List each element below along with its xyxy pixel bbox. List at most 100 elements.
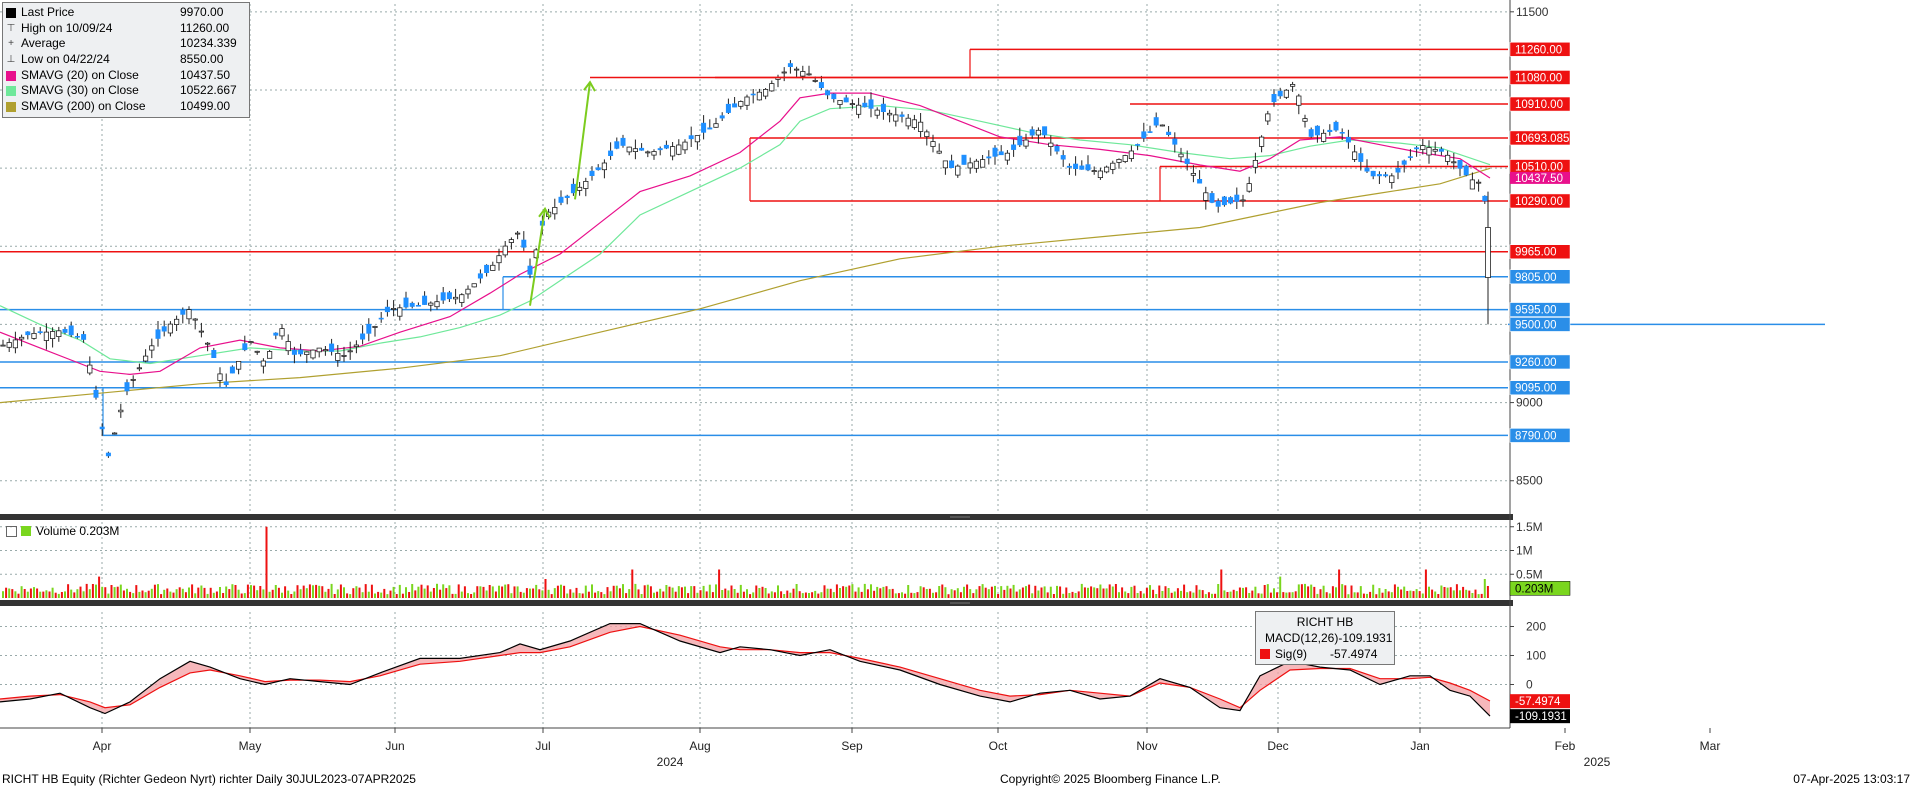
volume-bar: [1090, 586, 1093, 598]
volume-bar: [653, 592, 655, 598]
volume-bar: [1229, 591, 1232, 598]
candle-body: [1122, 155, 1128, 162]
volume-bar: [863, 583, 866, 598]
candle-body: [217, 373, 223, 381]
panel-separator: [0, 514, 1513, 520]
volume-bar: [1372, 584, 1375, 598]
candle-body: [1178, 153, 1184, 158]
volume-bar: [1155, 594, 1158, 598]
volume-bar: [1204, 594, 1207, 598]
candle-body: [124, 382, 130, 392]
candle-body: [626, 146, 632, 153]
candle-body: [180, 309, 186, 315]
candle-body: [595, 167, 601, 171]
month-label: Sep: [841, 739, 863, 753]
volume-bar: [1328, 593, 1331, 598]
volume-bar: [1406, 591, 1409, 598]
volume-bar: [519, 591, 522, 598]
candle-body: [608, 150, 614, 156]
price-tick-label: 8500: [1516, 474, 1543, 488]
volume-bar: [522, 592, 525, 598]
volume-bar: [637, 589, 640, 598]
volume-bar: [1071, 591, 1074, 598]
volume-bar: [1170, 592, 1173, 598]
candle-body: [856, 104, 862, 115]
candle-body: [862, 102, 868, 108]
candle-body: [173, 318, 180, 325]
volume-bar: [538, 589, 541, 598]
volume-bar: [153, 584, 156, 598]
level-badge-label: 10910.00: [1515, 99, 1563, 111]
volume-bar: [191, 584, 194, 598]
candle-body: [725, 103, 731, 113]
collapse-icon[interactable]: [6, 525, 17, 537]
volume-bar: [696, 592, 699, 598]
volume-bar: [1021, 587, 1024, 598]
signal-label: Sig(9): [1275, 646, 1308, 661]
volume-bar: [352, 588, 355, 598]
volume-tick-label: 0.5M: [1516, 567, 1543, 581]
candle-body: [887, 112, 893, 116]
price-chart: 8500 9000 11500 11260.00 11080.00 10910.00 106…: [0, 0, 1825, 769]
volume-bar: [367, 591, 370, 598]
volume-value: 0.203M: [79, 524, 120, 538]
candle-body: [471, 283, 477, 288]
volume-bar: [746, 589, 748, 598]
volume-bar: [432, 588, 435, 598]
volume-bar: [820, 592, 823, 598]
volume-bar: [1459, 590, 1461, 598]
candle-body: [440, 292, 446, 301]
volume-bar: [470, 594, 473, 598]
candle-body: [645, 151, 651, 154]
volume-bar: [603, 594, 606, 598]
candle-body: [118, 409, 124, 413]
volume-bar: [448, 585, 451, 598]
volume-bar: [715, 584, 717, 598]
volume-bar: [1173, 591, 1176, 598]
candle-body: [1060, 155, 1066, 160]
candle-body: [211, 349, 217, 358]
volume-bar: [981, 584, 984, 598]
volume-bar: [1325, 592, 1328, 598]
candle-body: [1073, 163, 1079, 169]
candle-body: [81, 334, 87, 340]
volume-bar: [950, 589, 953, 598]
volume-bar: [1226, 592, 1229, 598]
candle-body: [50, 331, 56, 339]
volume-bar: [1124, 591, 1127, 598]
candle-body: [806, 73, 812, 76]
volume-bar: [445, 588, 448, 598]
candle-body: [18, 336, 25, 340]
candle-body: [6, 342, 12, 348]
volume-bar: [1176, 588, 1179, 598]
volume-bar: [575, 587, 578, 598]
volume-bar: [569, 589, 572, 598]
volume-bar: [132, 593, 135, 598]
volume-bar: [98, 576, 101, 598]
volume-bar: [963, 586, 965, 598]
volume-bar: [1338, 569, 1341, 598]
volume-bar: [541, 590, 544, 598]
volume-bar: [910, 592, 913, 598]
candle-body: [1401, 160, 1407, 165]
candle-body: [732, 103, 738, 108]
month-label: Nov: [1136, 739, 1157, 753]
candle-body: [688, 135, 694, 140]
volume-bar: [293, 591, 296, 598]
candle-body: [273, 332, 279, 336]
volume-bar: [259, 586, 262, 598]
month-label: May: [239, 739, 262, 753]
candle-body: [1017, 135, 1023, 146]
last-price-swatch: [6, 7, 16, 18]
volume-bar: [752, 592, 755, 598]
candle-body: [1327, 129, 1333, 132]
level-badge-label: 9965.00: [1515, 247, 1557, 259]
volume-bar: [919, 586, 922, 598]
volume-bar: [612, 585, 615, 598]
month-label: Oct: [989, 739, 1008, 753]
volume-bar: [1034, 585, 1037, 598]
candle-body: [1172, 138, 1178, 145]
volume-bar: [994, 585, 996, 598]
volume-bar: [1331, 586, 1334, 598]
candle-body: [68, 325, 74, 336]
